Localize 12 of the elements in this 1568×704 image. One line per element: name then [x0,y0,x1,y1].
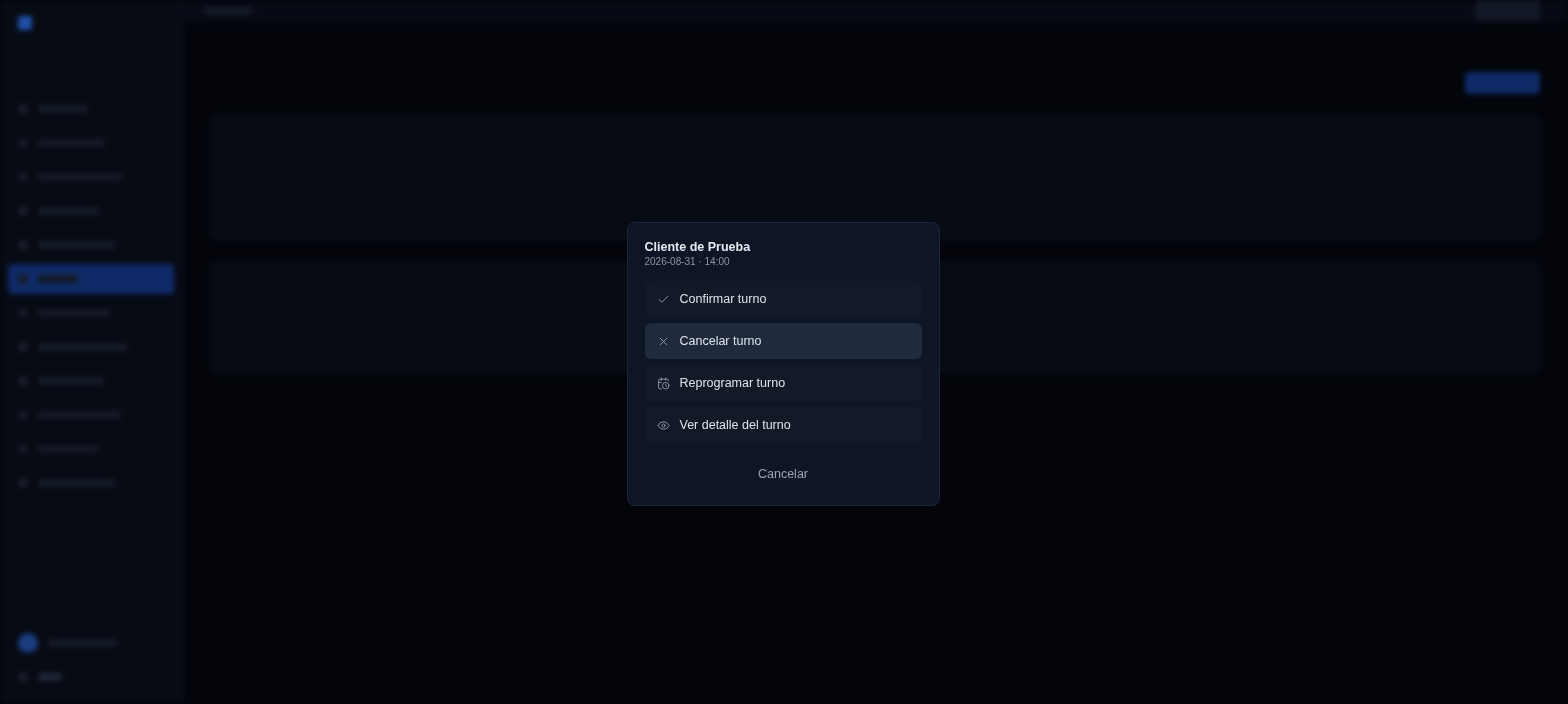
avatar-icon [18,633,38,653]
calendar-clock-icon [656,376,670,390]
blurred-text-bar [38,673,62,681]
action-button[interactable]: Cancelar turno [644,323,922,359]
action-button[interactable]: Reprogramar turno [644,365,922,401]
logo-icon [18,16,32,30]
dialog-subtitle: 2026-08-31 · 14:00 [644,256,731,267]
cancel-button[interactable]: Cancelar [750,463,816,485]
dialog-title: Cliente de Prueba [644,240,752,254]
eye-icon [656,418,670,432]
action-button[interactable]: Ver detalle del turno [644,407,922,443]
action-button[interactable]: Confirmar turno [644,281,922,317]
